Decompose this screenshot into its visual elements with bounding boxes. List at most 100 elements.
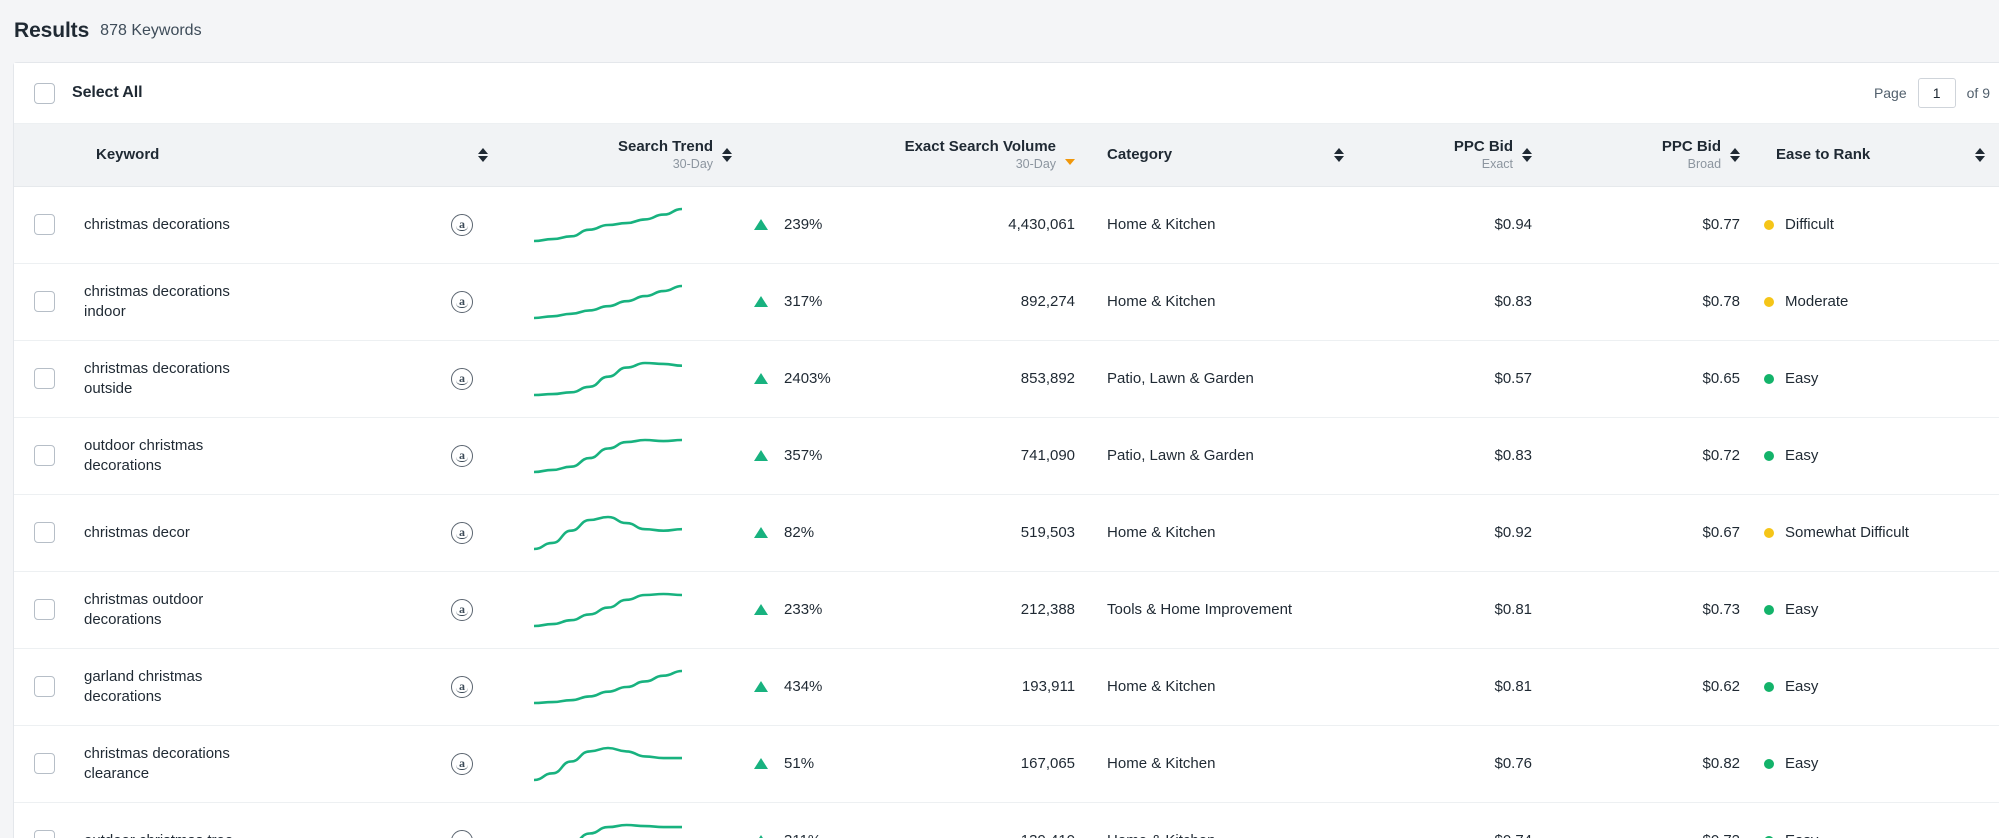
th-search-trend-stack: Search Trend 30-Day [618, 138, 713, 172]
amazon-icon[interactable]: a [451, 445, 473, 467]
category-cell: Home & Kitchen [1087, 494, 1362, 571]
th-ppc-broad-label: PPC Bid [1662, 138, 1721, 156]
ppc-bid-broad-cell: $0.72 [1562, 417, 1762, 494]
ease-status-label: Easy [1785, 678, 1818, 695]
sort-arrows-icon-category[interactable] [1334, 148, 1344, 162]
ppc-bid-exact-cell: $0.81 [1362, 648, 1562, 725]
row-checkbox[interactable] [34, 830, 55, 838]
th-ppc-exact-stack: PPC Bid Exact [1454, 138, 1513, 172]
trend-percent: 311% [784, 832, 821, 838]
trend-percent: 317% [784, 293, 822, 310]
category-cell: Home & Kitchen [1087, 802, 1362, 838]
keyword-cell[interactable]: outdoor christmas decorations [72, 417, 402, 494]
header-row: Keyword Search Trend 30-Day [14, 124, 1999, 186]
th-ease-label: Ease to Rank [1776, 146, 1870, 163]
keyword-cell[interactable]: christmas decorations clearance [72, 725, 402, 802]
amazon-icon[interactable]: a [451, 368, 473, 390]
th-category[interactable]: Category [1087, 124, 1362, 186]
select-all-checkbox[interactable] [34, 83, 55, 104]
search-trend-sparkline-cell [522, 571, 742, 648]
th-ppc-broad-stack: PPC Bid Broad [1662, 138, 1721, 172]
table-row[interactable]: christmas decorationsoutsidea2403%853,89… [14, 340, 1999, 417]
table-row[interactable]: christmas decorationsindoora317%892,274H… [14, 263, 1999, 340]
table-row[interactable]: outdoor christmas treea311%139,410Home &… [14, 802, 1999, 838]
th-ppc-bid-exact[interactable]: PPC Bid Exact [1362, 124, 1562, 186]
th-search-trend[interactable]: Search Trend 30-Day [522, 124, 872, 186]
exact-search-volume-cell: 892,274 [872, 263, 1087, 340]
sort-arrows-icon-ppc-broad[interactable] [1730, 148, 1740, 162]
keyword-cell[interactable]: garland christmasdecorations [72, 648, 402, 725]
th-ease-to-rank[interactable]: Ease to Rank [1762, 124, 1999, 186]
ease-status-dot [1764, 759, 1774, 769]
row-checkbox-cell [14, 263, 72, 340]
table-row[interactable]: christmas decorationsclearancea51%167,06… [14, 725, 1999, 802]
ease-status-dot [1764, 528, 1774, 538]
ease-status-label: Difficult [1785, 216, 1834, 233]
table-row[interactable]: christmas outdoordecorationsa233%212,388… [14, 571, 1999, 648]
keyword-text: christmas decorations [84, 745, 230, 762]
page-label: Page [1874, 85, 1907, 101]
trend-percent: 233% [784, 601, 822, 618]
amazon-icon[interactable]: a [451, 522, 473, 544]
amazon-icon[interactable]: a [451, 214, 473, 236]
table-row[interactable]: christmas decorationsa239%4,430,061Home … [14, 186, 1999, 263]
source-cell: a [402, 263, 522, 340]
sort-arrows-icon-exact-volume[interactable] [1065, 159, 1075, 165]
row-checkbox[interactable] [34, 445, 55, 466]
search-trend-sparkline-cell [522, 648, 742, 725]
search-trend-delta-cell: 357% [742, 417, 872, 494]
keyword-text: outdoor christmas [84, 437, 203, 454]
keyword-cell[interactable]: christmas decorations [72, 186, 402, 263]
sort-arrows-icon-ppc-exact[interactable] [1522, 148, 1532, 162]
row-checkbox[interactable] [34, 753, 55, 774]
th-exact-volume-stack: Exact Search Volume 30-Day [905, 138, 1056, 172]
amazon-icon[interactable]: a [451, 753, 473, 775]
ppc-bid-broad-cell: $0.67 [1562, 494, 1762, 571]
amazon-icon[interactable]: a [451, 676, 473, 698]
search-trend-sparkline-cell [522, 340, 742, 417]
keyword-cell[interactable]: christmas decorationsoutside [72, 340, 402, 417]
row-checkbox-cell [14, 571, 72, 648]
amazon-icon[interactable]: a [451, 599, 473, 621]
row-checkbox[interactable] [34, 522, 55, 543]
th-ppc-exact-sub: Exact [1482, 157, 1513, 172]
source-cell: a [402, 340, 522, 417]
ppc-bid-exact-cell: $0.57 [1362, 340, 1562, 417]
sort-arrows-icon-ease[interactable] [1975, 148, 1985, 162]
row-checkbox[interactable] [34, 599, 55, 620]
table-row[interactable]: outdoor christmasdecorationsa357%741,090… [14, 417, 1999, 494]
table-row[interactable]: christmas decora82%519,503Home & Kitchen… [14, 494, 1999, 571]
row-checkbox[interactable] [34, 368, 55, 389]
search-trend-sparkline-cell [522, 186, 742, 263]
sort-arrows-icon-keyword[interactable] [478, 148, 488, 162]
table-row[interactable]: garland christmasdecorationsa434%193,911… [14, 648, 1999, 725]
sparkline-chart [534, 669, 682, 705]
row-checkbox[interactable] [34, 291, 55, 312]
category-cell: Patio, Lawn & Garden [1087, 340, 1362, 417]
th-keyword-label: Keyword [96, 146, 159, 163]
th-exact-search-volume[interactable]: Exact Search Volume 30-Day [872, 124, 1087, 186]
row-checkbox-cell [14, 802, 72, 838]
select-all-label: Select All [72, 84, 142, 102]
keyword-text-line2: clearance [84, 764, 390, 784]
keyword-cell[interactable]: christmas outdoordecorations [72, 571, 402, 648]
keyword-text: christmas decorations [84, 360, 230, 377]
amazon-icon[interactable]: a [451, 830, 473, 838]
page-number-input[interactable] [1918, 78, 1956, 108]
keyword-cell[interactable]: christmas decor [72, 494, 402, 571]
ease-status-dot [1764, 297, 1774, 307]
th-keyword[interactable]: Keyword [72, 124, 522, 186]
amazon-icon[interactable]: a [451, 291, 473, 313]
ease-to-rank-cell: Difficult [1762, 186, 1999, 263]
keyword-cell[interactable]: outdoor christmas tree [72, 802, 402, 838]
row-checkbox[interactable] [34, 214, 55, 235]
row-checkbox[interactable] [34, 676, 55, 697]
keyword-text-line2: decorations [84, 456, 390, 476]
ppc-bid-broad-cell: $0.73 [1562, 571, 1762, 648]
th-ppc-bid-broad[interactable]: PPC Bid Broad [1562, 124, 1762, 186]
keyword-cell[interactable]: christmas decorationsindoor [72, 263, 402, 340]
search-trend-sparkline-cell [522, 263, 742, 340]
sparkline-chart [534, 746, 682, 782]
ppc-bid-broad-cell: $0.77 [1562, 186, 1762, 263]
sort-arrows-icon-search-trend[interactable] [722, 148, 732, 162]
